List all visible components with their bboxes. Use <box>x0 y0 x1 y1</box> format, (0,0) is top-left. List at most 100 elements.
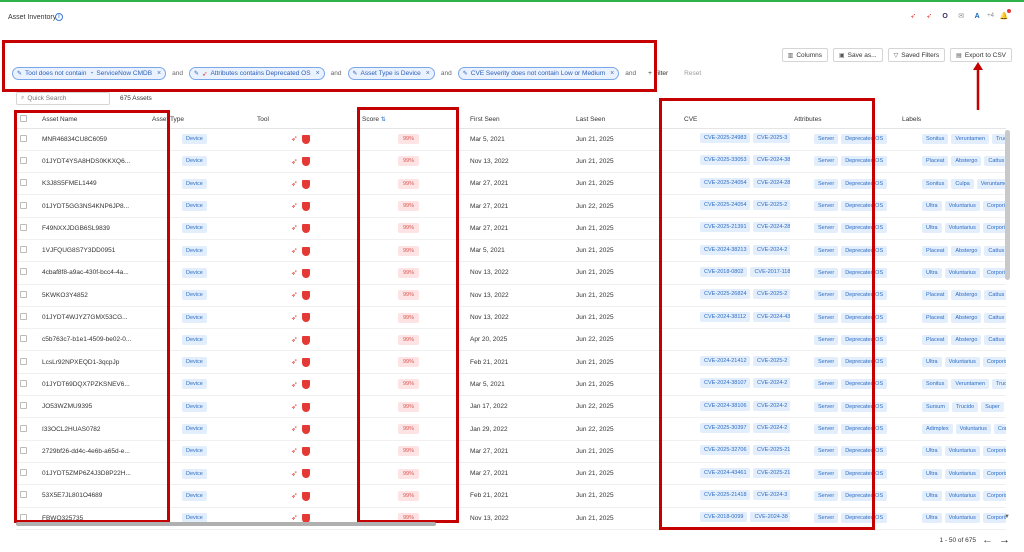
label-tag[interactable]: Voluntarius <box>944 357 980 368</box>
label-tag[interactable]: Corporis <box>982 468 1006 479</box>
bell-icon[interactable]: 🔔 <box>998 9 1011 22</box>
falcon-icon: ➶ <box>291 334 298 344</box>
label-tag[interactable]: Ultra <box>922 201 942 212</box>
label-tag[interactable]: Corporis <box>982 446 1006 457</box>
label-tag[interactable]: Corporis <box>982 357 1006 368</box>
label-tag[interactable]: Abstergo <box>951 156 982 167</box>
label-tag[interactable]: Sonitus <box>922 134 949 145</box>
label-tag[interactable]: Ultra <box>922 468 942 479</box>
saved-filters-button[interactable]: ▽ Saved Filters <box>887 48 946 62</box>
label-tag[interactable]: Abstergo <box>951 245 982 256</box>
label-tag[interactable]: Abstergo <box>951 290 982 301</box>
label-tag[interactable]: Placeat <box>922 156 949 167</box>
label-tag[interactable]: Culpa <box>951 178 974 189</box>
azure-icon[interactable]: A <box>971 10 983 22</box>
columns-button[interactable]: ▥ Columns <box>781 48 828 62</box>
label-tag[interactable]: Abstergo <box>951 312 982 323</box>
label-tag[interactable]: Ultra <box>922 490 942 501</box>
horizontal-scrollbar[interactable] <box>16 522 436 526</box>
column-tool[interactable]: Tool <box>253 111 358 129</box>
shield-icon <box>301 491 310 501</box>
first-seen-cell: Mar 27, 2021 <box>466 440 572 463</box>
vertical-scrollbar[interactable] <box>1005 130 1010 280</box>
info-icon[interactable]: i <box>55 13 63 21</box>
tool-cell: ➶ <box>253 239 358 263</box>
label-tag[interactable]: Super <box>981 401 1004 412</box>
label-tag[interactable]: Cattus <box>984 312 1006 323</box>
first-seen-cell: Mar 5, 2021 <box>466 373 572 397</box>
okta-icon[interactable]: O <box>939 10 951 22</box>
page-title: Asset Inventory <box>8 14 57 21</box>
label-tag[interactable]: Voluntarius <box>944 223 980 234</box>
label-tag[interactable]: Placeat <box>922 312 949 323</box>
asset-type-tag: Device <box>182 245 207 256</box>
label-tag[interactable]: Ultra <box>922 357 942 368</box>
label-tag[interactable]: Voluntarius <box>944 201 980 212</box>
label-tag[interactable]: Adimplex <box>922 424 953 434</box>
first-seen-cell: Nov 13, 2022 <box>466 306 572 330</box>
save-as-button[interactable]: ▣ Save as... <box>833 48 883 62</box>
tool-cell: ➶ <box>253 306 358 330</box>
prev-page-icon[interactable]: ← <box>982 534 993 546</box>
label-tag[interactable]: Sursum <box>922 401 949 412</box>
column-first-seen[interactable]: First Seen <box>466 111 572 129</box>
shield-icon <box>301 313 310 323</box>
label-tag[interactable]: Corporis <box>982 490 1006 501</box>
more-integrations-count[interactable]: +4 <box>987 13 994 19</box>
label-tag[interactable]: Sonitus <box>922 379 949 390</box>
export-csv-button[interactable]: ▤ Export to CSV <box>950 48 1012 62</box>
falcon-icon: ➶ <box>291 468 298 478</box>
labels-cell: SonitusVeruntamenTrucido+10 <box>898 373 1006 397</box>
first-seen-cell: Mar 27, 2021 <box>466 194 572 218</box>
annotation-box-score <box>357 107 459 523</box>
label-tag[interactable]: Corporis <box>982 223 1006 234</box>
asset-type-tag: Device <box>182 290 207 301</box>
label-tag[interactable]: Cattus <box>984 156 1006 167</box>
label-tag[interactable]: Placeat <box>922 290 949 301</box>
label-tag[interactable]: Voluntarius <box>955 424 991 434</box>
label-tag[interactable]: Corporis <box>982 201 1006 212</box>
mail-icon[interactable]: ✉ <box>955 10 967 22</box>
label-tag[interactable]: Placeat <box>922 334 949 345</box>
label-tag[interactable]: Ultra <box>922 446 942 457</box>
shield-icon <box>301 402 310 412</box>
asset-type-tag: Device <box>182 424 207 434</box>
falcon-icon[interactable]: ➶ <box>907 10 919 22</box>
asset-type-tag: Device <box>182 178 207 189</box>
label-tag[interactable]: Voluntarius <box>944 513 980 524</box>
label-tag[interactable]: Voluntarius <box>944 468 980 479</box>
label-tag[interactable]: Ultra <box>922 223 942 234</box>
label-tag[interactable]: Cattus <box>984 334 1006 345</box>
label-tag[interactable]: Cattus <box>984 245 1006 256</box>
label-tag[interactable]: Voluntarius <box>944 267 980 278</box>
labels-cell: AdimplexVoluntariusConforo+11 <box>898 417 1006 441</box>
falcon-icon: ➶ <box>291 268 298 278</box>
shield-icon <box>301 246 310 256</box>
label-tag[interactable]: Placeat <box>922 245 949 256</box>
label-tag[interactable]: Trucido <box>951 401 979 412</box>
falcon-icon: ➶ <box>291 424 298 434</box>
falcon-alt-icon[interactable]: ➶ <box>923 10 935 22</box>
label-tag[interactable]: Ultra <box>922 513 942 524</box>
label-tag[interactable]: Ultra <box>922 267 942 278</box>
label-tag[interactable]: Voluntarius <box>944 490 980 501</box>
label-tag[interactable]: Veruntamen <box>951 134 990 145</box>
labels-cell: PlaceatAbstergoCattus+9 <box>898 328 1006 352</box>
asset-type-tag: Device <box>182 334 207 345</box>
search-input[interactable] <box>27 95 103 102</box>
column-labels[interactable]: Labels <box>898 111 1006 129</box>
reset-button[interactable]: Reset <box>684 70 701 77</box>
label-tag[interactable]: Veruntamen <box>976 178 1006 189</box>
label-tag[interactable]: Cattus <box>984 290 1006 301</box>
scroll-down-icon[interactable]: ▼ <box>1004 514 1010 520</box>
label-tag[interactable]: Conforo <box>993 424 1006 434</box>
label-tag[interactable]: Trucido <box>992 379 1006 390</box>
label-tag[interactable]: Sonitus <box>922 178 949 189</box>
label-tag[interactable]: Veruntamen <box>951 379 990 390</box>
label-tag[interactable]: Corporis <box>982 513 1006 524</box>
label-tag[interactable]: Trucido <box>992 134 1006 145</box>
label-tag[interactable]: Abstergo <box>951 334 982 345</box>
label-tag[interactable]: Corporis <box>982 267 1006 278</box>
label-tag[interactable]: Voluntarius <box>944 446 980 457</box>
next-page-icon[interactable]: → <box>999 534 1010 546</box>
